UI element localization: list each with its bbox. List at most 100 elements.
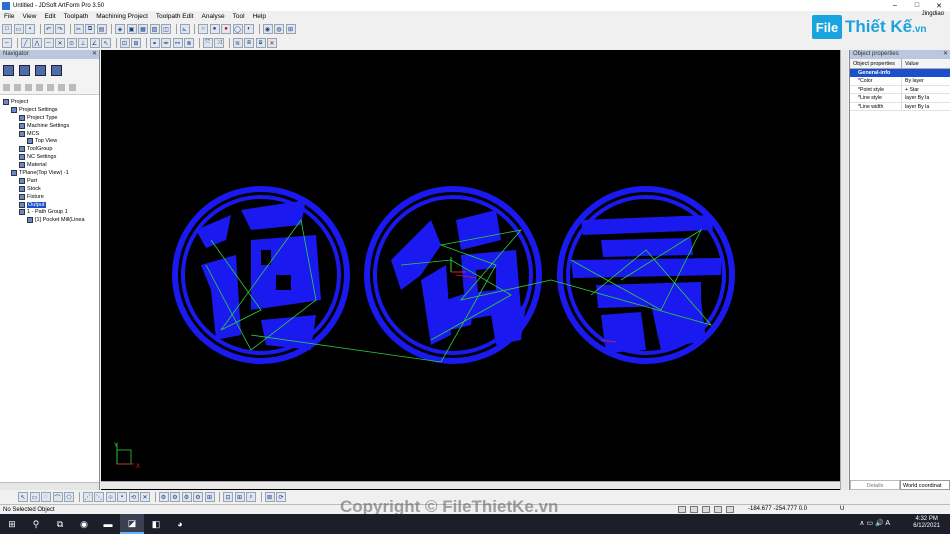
tree-node[interactable]: Top View	[0, 137, 99, 145]
coordinate-select[interactable]: World coordinat	[900, 480, 950, 490]
menu-analyse[interactable]: Analyse	[198, 13, 229, 20]
snap-mid-icon[interactable]: ⋱	[94, 492, 104, 502]
property-value[interactable]: layer By la	[902, 94, 929, 102]
measure-icon[interactable]: ⊠	[264, 492, 275, 502]
property-value[interactable]: + Star	[902, 86, 919, 94]
layers-icon[interactable]	[35, 64, 46, 76]
rotate-view-icon[interactable]: ⟳	[276, 492, 286, 502]
view-side-icon[interactable]: ▧	[149, 24, 160, 34]
tree-node[interactable]: NC Settings	[0, 153, 99, 161]
navigator-scrollbar[interactable]	[0, 482, 99, 490]
paste-icon[interactable]: ▤	[96, 24, 107, 34]
properties-group[interactable]: General-info	[850, 69, 950, 77]
view-front-icon[interactable]: ▣	[126, 24, 137, 34]
menu-tool[interactable]: Tool	[229, 13, 249, 20]
snap-tangent-icon[interactable]: ⟲	[128, 492, 139, 502]
hidden-line-icon[interactable]: ◯	[232, 24, 243, 34]
extend-icon[interactable]: ⤨	[214, 38, 224, 48]
grid-snap-icon[interactable]: ⊞	[285, 24, 296, 34]
viewport-canvas[interactable]: Y X	[101, 50, 840, 490]
polyline-icon[interactable]: ⋀	[32, 38, 42, 48]
select-grid-icon[interactable]: ⊞	[131, 38, 141, 48]
tree-node[interactable]: Project Settings	[0, 106, 99, 114]
tree-node[interactable]: Part	[0, 177, 99, 185]
tree-node[interactable]: Project	[0, 98, 99, 106]
menu-machining-project[interactable]: Machining Project	[92, 13, 152, 20]
zoom-window-icon[interactable]: ⊞	[234, 492, 245, 502]
menu-edit[interactable]: Edit	[40, 13, 59, 20]
property-row-line-style[interactable]: *Line style layer By la	[850, 94, 950, 103]
new-file-icon[interactable]: □	[2, 24, 12, 34]
nav-tool-4-icon[interactable]	[36, 84, 43, 91]
snap-node-icon[interactable]: ▪	[117, 492, 127, 502]
select-box-icon[interactable]: ⊡	[119, 38, 130, 48]
status-ortho-icon[interactable]	[702, 506, 710, 513]
zoom-icon[interactable]: ⌕	[246, 492, 256, 502]
tree-node[interactable]: ToolGroup	[0, 145, 99, 153]
viewport-vertical-scrollbar[interactable]	[840, 50, 848, 490]
tree-node[interactable]: TPlane(Top View) -1	[0, 169, 99, 177]
menu-view[interactable]: View	[18, 13, 40, 20]
tree-node[interactable]: Machine Settings	[0, 122, 99, 130]
snap-center-icon[interactable]: ⊹	[105, 492, 116, 502]
layer-stack-icon[interactable]: ≋	[232, 38, 243, 48]
status-polar-icon[interactable]	[714, 506, 722, 513]
filter-4-icon[interactable]: ⚙	[193, 492, 203, 502]
filter-2-icon[interactable]: ⚙	[170, 492, 180, 502]
select-lasso-icon[interactable]: ◌	[41, 492, 51, 502]
viewport-horizontal-scrollbar[interactable]	[101, 481, 840, 489]
maximize-icon[interactable]: □	[906, 0, 928, 11]
select-polygon-icon[interactable]: ⬠	[64, 492, 74, 502]
split-icon[interactable]: ⊗	[184, 38, 194, 48]
project-icon[interactable]	[3, 64, 14, 76]
close-icon[interactable]: ✕	[928, 0, 950, 11]
delete-icon[interactable]: ✕	[267, 38, 277, 48]
pointer-icon[interactable]: ↖	[101, 38, 111, 48]
sphere-icon[interactable]: ◐	[244, 24, 254, 34]
tree-node[interactable]: Project Type	[0, 114, 99, 122]
details-button[interactable]: Details	[850, 480, 900, 490]
nav-tool-3-icon[interactable]	[25, 84, 32, 91]
filter-3-icon[interactable]: ⚙	[181, 492, 192, 502]
group-icon[interactable]: ⚭	[149, 38, 160, 48]
select-rect-icon[interactable]: ▭	[29, 492, 40, 502]
tree-node[interactable]: Fixture	[0, 193, 99, 201]
layer-icon[interactable]: ◈	[115, 24, 125, 34]
tree-node[interactable]: Material	[0, 161, 99, 169]
tree-node[interactable]: Stock	[0, 185, 99, 193]
property-row-color[interactable]: *Color By layer	[850, 77, 950, 86]
redo-icon[interactable]: ↷	[55, 24, 65, 34]
ungroup-icon[interactable]: ⚮	[161, 38, 171, 48]
properties-close-icon[interactable]: ✕	[943, 50, 948, 59]
snap-intersect-icon[interactable]: ✕	[140, 492, 150, 502]
search-icon[interactable]: ⚲	[24, 514, 48, 534]
property-value[interactable]: layer By la	[902, 103, 929, 111]
save-icon[interactable]: ▪	[25, 24, 35, 34]
offset-icon[interactable]: ⧈	[244, 38, 254, 48]
open-file-icon[interactable]: ▭	[13, 24, 24, 34]
undo-icon[interactable]: ↶	[43, 24, 54, 34]
chrome-icon[interactable]: ◕	[168, 514, 192, 534]
cad-app-icon[interactable]: ◧	[144, 514, 168, 534]
menu-file[interactable]: File	[0, 13, 18, 20]
menu-toolpath-edit[interactable]: Toolpath Edit	[152, 13, 198, 20]
nav-tool-7-icon[interactable]	[69, 84, 76, 91]
angle-icon[interactable]: ∠	[89, 38, 100, 48]
cut-icon[interactable]: ✂	[73, 24, 84, 34]
trim-icon[interactable]: ⤧	[202, 38, 213, 48]
system-tray-icons[interactable]: ∧ ▭ 🔊 A	[859, 519, 890, 527]
shaded-icon[interactable]: ●	[209, 24, 220, 34]
zoom-fit-icon[interactable]: ⊡	[223, 492, 233, 502]
windows-start-icon[interactable]: ⊞	[0, 514, 24, 534]
tools-icon[interactable]	[51, 64, 62, 76]
property-value[interactable]: By layer	[902, 77, 924, 85]
property-row-line-width[interactable]: *Line width layer By la	[850, 102, 950, 111]
cross-icon[interactable]: ✕	[55, 38, 65, 48]
line-icon[interactable]: ╱	[20, 38, 31, 48]
view-top-icon[interactable]: ▦	[138, 24, 148, 34]
menu-help[interactable]: Help	[249, 13, 270, 20]
status-lock-icon[interactable]	[726, 506, 734, 513]
render-icon[interactable]: ●	[221, 24, 231, 34]
task-view-icon[interactable]: ⧉	[48, 514, 72, 534]
merge-icon[interactable]: ⚯	[172, 38, 183, 48]
